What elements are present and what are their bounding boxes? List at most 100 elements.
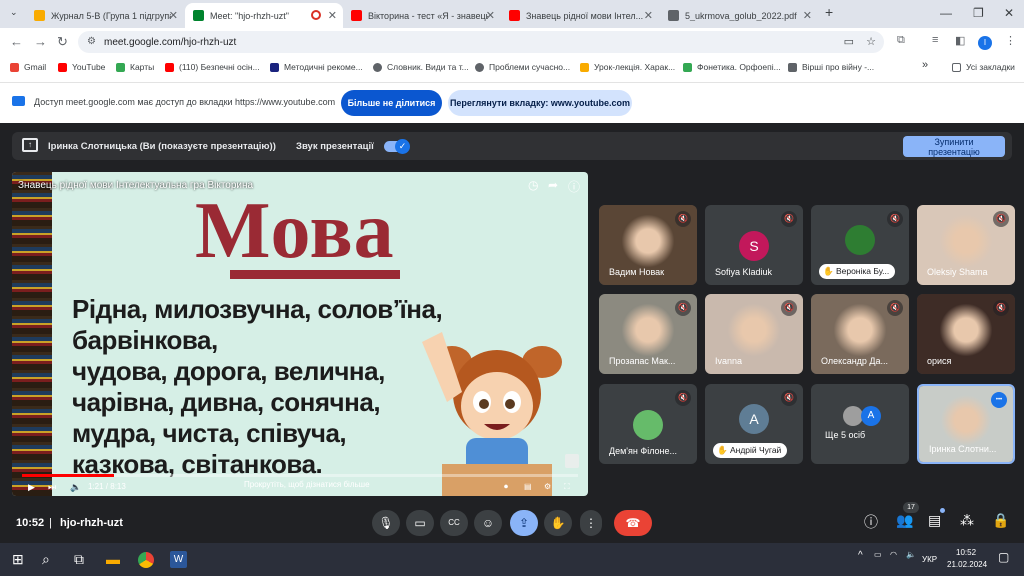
present-icon: ↑: [22, 138, 38, 152]
participant-tile[interactable]: ••• Іринка Слотни...: [917, 384, 1015, 464]
notifications-icon[interactable]: ▢: [998, 550, 1009, 564]
back-icon[interactable]: ←: [10, 34, 23, 49]
watch-later-icon[interactable]: ◷: [528, 178, 538, 192]
close-icon[interactable]: ✕: [803, 9, 812, 22]
participant-tile[interactable]: S 🔇 Sofiya Kladiuk: [705, 205, 803, 285]
close-icon[interactable]: ✕: [486, 9, 495, 22]
minimize-icon[interactable]: —: [940, 6, 952, 20]
view-tab-button[interactable]: Переглянути вкладку: www.youtube.com: [448, 90, 632, 116]
settings-icon[interactable]: ⚙: [544, 482, 551, 491]
play-icon[interactable]: ▶: [28, 482, 35, 493]
tray-chevron-icon[interactable]: ^: [858, 550, 863, 561]
forward-icon[interactable]: →: [34, 34, 47, 49]
participant-tile[interactable]: A 🔇 ✋ Андрій Чугай: [705, 384, 803, 464]
stop-sharing-button[interactable]: Більше не ділитися: [341, 90, 442, 116]
address-bar[interactable]: ⚙ meet.google.com/hjo-rhzh-uzt ▭ ☆: [78, 31, 884, 53]
people-icon[interactable]: 👥: [896, 512, 913, 529]
menu-icon[interactable]: ⋮: [1005, 34, 1016, 47]
volume-icon[interactable]: 🔈: [70, 482, 81, 493]
share-icon[interactable]: ➦: [548, 178, 558, 192]
tab-meet[interactable]: Meet: "hjo-rhzh-uzt" ✕: [185, 3, 343, 28]
participant-tile[interactable]: 🔇 Вадим Новак: [599, 205, 697, 285]
volume-icon[interactable]: 🔈: [906, 550, 916, 559]
bookmark-phonetics[interactable]: Фонетика. Орфоепі...: [683, 62, 781, 72]
taskbar-time[interactable]: 10:52: [956, 548, 976, 557]
window-close-icon[interactable]: ✕: [1004, 6, 1014, 20]
stop-presentation-button[interactable]: Зупинити презентацію: [903, 136, 1005, 157]
media-icon[interactable]: ≡: [932, 34, 938, 46]
participant-tile[interactable]: 🔇 Дем'ян Філоне...: [599, 384, 697, 464]
tab-journal[interactable]: Журнал 5-В (Група 1 підгрупа) ✕: [26, 3, 184, 28]
more-options-button[interactable]: ⋮: [580, 510, 602, 536]
next-icon[interactable]: ⏭: [48, 482, 56, 493]
reload-icon[interactable]: ↻: [57, 34, 68, 50]
bookmark-gmail[interactable]: Gmail: [10, 62, 46, 72]
all-bookmarks-button[interactable]: Усі закладки: [952, 62, 1015, 72]
close-icon[interactable]: ✕: [644, 9, 653, 22]
fullscreen-icon[interactable]: ⛶: [564, 482, 570, 492]
profile-avatar[interactable]: І: [978, 36, 992, 50]
network-icon[interactable]: ◠: [890, 550, 897, 559]
tab-pdf[interactable]: 5_ukrmova_golub_2022.pdf ✕: [660, 3, 818, 28]
present-button[interactable]: ⇪: [510, 510, 538, 536]
participant-tile[interactable]: 🔇 Ivanna: [705, 294, 803, 374]
mic-button[interactable]: 🎙: [372, 510, 400, 536]
participant-tile[interactable]: A Ще 5 осіб: [811, 384, 909, 464]
youtube-icon: [165, 62, 174, 72]
bookmark-video[interactable]: (110) Безпечні осін...: [165, 62, 260, 72]
sidepanel-icon[interactable]: ◧: [955, 34, 965, 47]
battery-icon[interactable]: ▭: [874, 550, 882, 559]
extensions-icon[interactable]: ⧉: [897, 34, 905, 47]
host-controls-icon[interactable]: 🔒: [992, 512, 1009, 529]
task-view-icon[interactable]: ⧉: [74, 551, 84, 568]
tab-search-icon[interactable]: ⌄: [10, 7, 18, 18]
info-icon[interactable]: ⓘ: [568, 178, 580, 195]
participant-tile[interactable]: 🔇 Oleksiy Shama: [917, 205, 1015, 285]
mic-off-icon: 🔇: [993, 300, 1009, 316]
bookmark-star-icon[interactable]: ☆: [866, 35, 876, 48]
sound-toggle[interactable]: ✓: [384, 139, 410, 154]
bookmark-methodical[interactable]: Методичні рекоме...: [270, 62, 363, 72]
reactions-button[interactable]: ☺: [474, 510, 502, 536]
close-icon[interactable]: ✕: [328, 9, 337, 22]
camera-icon[interactable]: ▭: [844, 35, 854, 48]
camera-button[interactable]: ▭: [406, 510, 434, 536]
word-icon[interactable]: W: [170, 551, 187, 568]
file-explorer-icon[interactable]: ▬: [106, 551, 120, 567]
taskbar-date[interactable]: 21.02.2024: [947, 560, 987, 569]
site-info-icon[interactable]: ⚙: [87, 36, 96, 47]
chat-icon[interactable]: ▤: [928, 512, 941, 529]
participant-tile[interactable]: 🔇 ✋ Вероніка Бу...: [811, 205, 909, 285]
participant-tile[interactable]: 🔇 Олександр Да...: [811, 294, 909, 374]
shared-video[interactable]: Знавець рідної мови Інтелектуальна гра В…: [12, 172, 588, 496]
search-icon[interactable]: ⌕: [42, 551, 50, 568]
maximize-icon[interactable]: ❐: [973, 6, 984, 20]
language-indicator[interactable]: УКР: [922, 555, 937, 564]
mic-off-icon: 🔇: [993, 211, 1009, 227]
captions-button[interactable]: CC: [440, 510, 468, 536]
raise-hand-button[interactable]: ✋: [544, 510, 572, 536]
new-tab-button[interactable]: +: [825, 4, 833, 20]
windows-start-icon[interactable]: ⊞: [12, 551, 24, 568]
bookmark-maps[interactable]: Карты: [116, 62, 154, 72]
subtitles-icon[interactable]: ▤: [524, 482, 532, 491]
bookmark-problems[interactable]: Проблеми сучасно...: [475, 62, 570, 72]
bookmark-poems[interactable]: Вірші про війну -...: [788, 62, 874, 72]
tab-quiz[interactable]: Вікторина - тест «Я - знавець» ✕: [343, 3, 501, 28]
meeting-info-icon[interactable]: ⓘ: [864, 512, 878, 532]
participant-tile[interactable]: 🔇 орися: [917, 294, 1015, 374]
leave-call-button[interactable]: ☎: [614, 510, 652, 536]
more-bookmarks-button[interactable]: »: [922, 59, 928, 71]
close-icon[interactable]: ✕: [169, 9, 178, 22]
bookmark-youtube[interactable]: YouTube: [58, 62, 105, 72]
participant-tile[interactable]: 🔇 Прозапас Мак...: [599, 294, 697, 374]
autoplay-toggle[interactable]: ⏺: [504, 482, 508, 492]
bookmark-lecture[interactable]: Урок-лекція. Харак...: [580, 62, 675, 72]
bookmark-dictionary[interactable]: Словник. Види та т...: [373, 62, 469, 72]
video-progress[interactable]: [22, 474, 578, 477]
chrome-icon[interactable]: [138, 552, 154, 568]
tab-video[interactable]: Знавець рідної мови Інтел... ✕: [501, 3, 659, 28]
cartoon-girl: [422, 332, 562, 496]
scroll-hint[interactable]: Прокрутіть, щоб дізнатися більше: [244, 480, 370, 489]
activities-icon[interactable]: ⁂: [960, 512, 974, 529]
